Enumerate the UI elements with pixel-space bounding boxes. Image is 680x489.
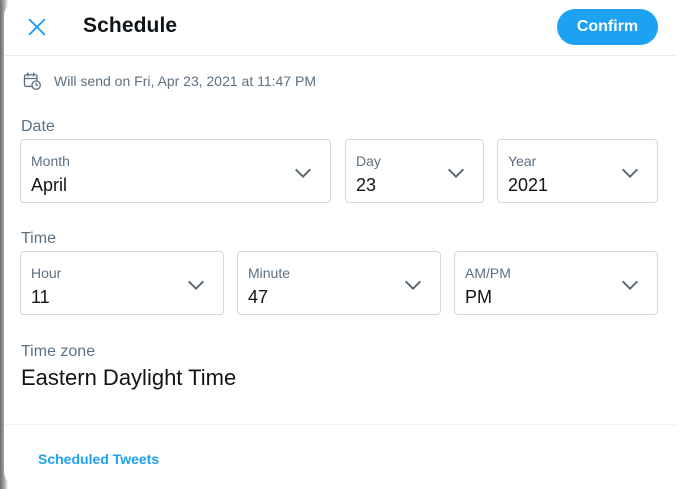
chevron-down-icon [448,168,464,178]
year-value: 2021 [508,175,549,195]
month-label: Month [31,153,70,169]
timezone-label: Time zone [21,343,96,360]
day-label: Day [356,153,381,169]
dialog-header: Schedule Confirm [4,0,676,56]
send-info: Will send on Fri, Apr 23, 2021 at 11:47 … [22,70,316,92]
hour-value: 11 [31,287,50,307]
chevron-down-icon [622,280,638,290]
month-select[interactable]: Month April [20,139,331,203]
ampm-label: AM/PM [465,265,511,281]
day-value: 23 [356,175,377,195]
minute-value: 47 [248,287,269,307]
close-button[interactable] [22,12,52,42]
close-icon [28,18,46,36]
scheduled-tweets-link[interactable]: Scheduled Tweets [38,451,159,467]
ampm-value: PM [465,287,492,307]
day-select[interactable]: Day 23 [345,139,484,203]
hour-label: Hour [31,265,62,281]
footer-divider [4,424,676,425]
chevron-down-icon [188,280,204,290]
date-label: Date [21,118,55,135]
ampm-select[interactable]: AM/PM PM [454,251,658,315]
minute-select[interactable]: Minute 47 [237,251,441,315]
hour-select[interactable]: Hour 11 [20,251,224,315]
chevron-down-icon [295,168,311,178]
timezone-value: Eastern Daylight Time [21,365,237,390]
calendar-clock-icon [23,72,42,90]
chevron-down-icon [405,280,421,290]
chevron-down-icon [622,168,638,178]
year-select[interactable]: Year 2021 [497,139,658,203]
confirm-button[interactable]: Confirm [557,9,658,45]
month-value: April [31,175,68,195]
time-label: Time [21,230,56,247]
year-label: Year [508,153,537,169]
send-time-text: Will send on Fri, Apr 23, 2021 at 11:47 … [54,73,316,89]
schedule-dialog: Schedule Confirm Will send on Fri, Apr 2… [4,0,676,489]
dialog-title: Schedule [83,14,178,37]
minute-label: Minute [248,265,291,281]
